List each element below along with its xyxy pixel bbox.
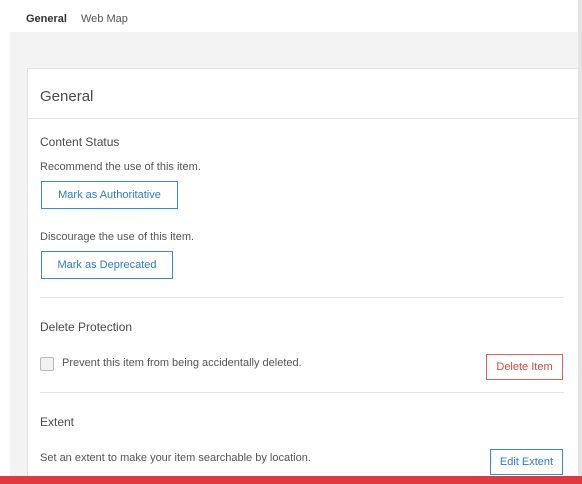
page-frame: General Web Map General Content Status R… — [0, 0, 582, 484]
tab-web-map[interactable]: Web Map — [81, 12, 128, 26]
section-divider — [40, 297, 564, 298]
recommend-text: Recommend the use of this item. — [40, 161, 201, 173]
extent-text: Set an extent to make your item searchab… — [40, 452, 311, 464]
general-settings-card: General Content Status Recommend the use… — [27, 68, 578, 484]
tab-bar: General Web Map — [10, 0, 578, 32]
edit-extent-button[interactable]: Edit Extent — [490, 449, 563, 475]
prevent-delete-label: Prevent this item from being accidentall… — [62, 357, 302, 369]
mark-deprecated-button[interactable]: Mark as Deprecated — [41, 251, 173, 279]
delete-protection-heading: Delete Protection — [40, 320, 133, 334]
mark-authoritative-button[interactable]: Mark as Authoritative — [41, 181, 178, 209]
extent-heading: Extent — [40, 415, 75, 429]
bottom-accent-bar — [0, 476, 582, 484]
card-title: General — [40, 88, 94, 105]
prevent-delete-checkbox[interactable] — [40, 357, 54, 371]
delete-item-button[interactable]: Delete Item — [486, 354, 563, 380]
discourage-text: Discourage the use of this item. — [40, 231, 195, 243]
window-edge — [578, 0, 582, 484]
content-status-heading: Content Status — [40, 135, 120, 149]
tab-general[interactable]: General — [26, 12, 67, 26]
section-divider — [40, 392, 564, 393]
card-header: General — [28, 69, 578, 119]
